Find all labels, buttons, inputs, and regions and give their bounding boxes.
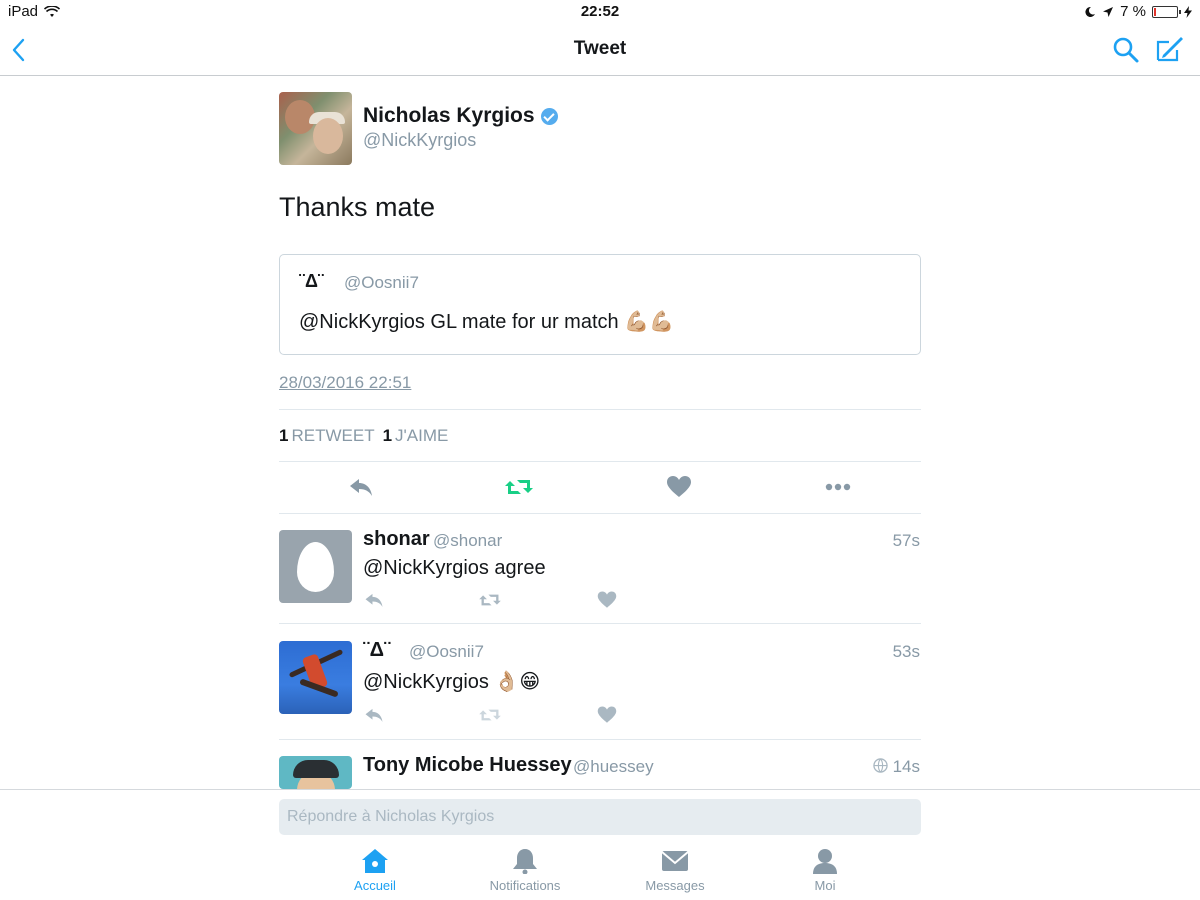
divider bbox=[279, 461, 921, 462]
author-name[interactable]: Nicholas Kyrgios bbox=[363, 104, 558, 128]
home-icon bbox=[362, 849, 388, 873]
reply-author-name[interactable]: shonar bbox=[363, 528, 430, 551]
tweet-text: Thanks mate bbox=[279, 192, 436, 222]
quoted-author-name: ¨Δ¨ bbox=[299, 271, 324, 291]
cartoon-hat bbox=[293, 760, 339, 778]
reply-author-handle[interactable]: @Oosnii7 bbox=[409, 642, 484, 662]
reply-time: 53s bbox=[892, 642, 920, 661]
like-stat-label: J'AIME bbox=[395, 426, 449, 445]
like-heart-icon[interactable] bbox=[596, 590, 618, 610]
tab-notifications[interactable]: Notifications bbox=[465, 848, 585, 893]
tweet-timestamp[interactable]: 28/03/2016 22:51 bbox=[279, 373, 411, 393]
retweet-count: 1 bbox=[279, 426, 289, 445]
bell-icon bbox=[513, 849, 537, 874]
author-avatar[interactable] bbox=[279, 92, 352, 165]
more-options-icon[interactable] bbox=[824, 474, 852, 500]
moon-icon bbox=[1085, 6, 1096, 17]
location-arrow-icon bbox=[1103, 6, 1114, 17]
reply-input[interactable] bbox=[279, 799, 921, 835]
clock: 22:52 bbox=[580, 3, 620, 20]
reply-author-handle[interactable]: @shonar bbox=[433, 531, 502, 551]
quoted-tweet-text: @NickKyrgios GL mate for ur match 💪🏼💪🏼 bbox=[299, 311, 675, 333]
reply-icon[interactable] bbox=[363, 705, 385, 725]
charging-bolt-icon bbox=[1184, 5, 1192, 18]
divider bbox=[279, 739, 921, 740]
retweet-stat-label: RETWEET bbox=[291, 426, 375, 445]
avatar-face-right bbox=[313, 118, 343, 154]
like-stat[interactable]: 1 J'AIME bbox=[383, 426, 449, 446]
author-handle[interactable]: @NickKyrgios bbox=[363, 130, 476, 151]
quoted-tweet[interactable]: ¨Δ¨ @Oosnii7 @NickKyrgios GL mate for ur… bbox=[279, 254, 921, 355]
retweet-stat[interactable]: 1 RETWEET bbox=[279, 426, 375, 446]
reply-author-name[interactable]: Tony Micobe Huessey bbox=[363, 754, 572, 777]
reply-time: 57s bbox=[892, 531, 920, 550]
like-count: 1 bbox=[382, 426, 393, 445]
retweet-icon[interactable] bbox=[505, 474, 533, 500]
battery-percent: 7 % bbox=[1120, 3, 1146, 20]
retweet-icon[interactable] bbox=[479, 705, 501, 725]
like-heart-icon[interactable] bbox=[665, 474, 693, 500]
retweet-icon[interactable] bbox=[479, 590, 501, 610]
egg-shape bbox=[297, 542, 334, 592]
battery-icon bbox=[1152, 5, 1181, 18]
reply-author-name[interactable]: ¨Δ¨ bbox=[363, 639, 391, 662]
tab-me[interactable]: Moi bbox=[765, 848, 885, 893]
battery-level bbox=[1154, 7, 1156, 16]
tweet-stats: 1 RETWEET 1 J'AIME bbox=[279, 426, 448, 446]
like-heart-icon[interactable] bbox=[596, 705, 618, 725]
reply-text: @NickKyrgios agree bbox=[363, 557, 546, 579]
tab-label: Moi bbox=[814, 878, 836, 893]
divider bbox=[279, 623, 921, 624]
reply-avatar-tennis[interactable] bbox=[279, 641, 352, 714]
status-bar: iPad 22:52 7 % bbox=[0, 0, 1200, 24]
reply-icon[interactable] bbox=[363, 590, 385, 610]
reply-time: 14s bbox=[892, 757, 920, 776]
person-icon bbox=[813, 849, 837, 874]
tab-messages[interactable]: Messages bbox=[615, 848, 735, 893]
reply-text: @NickKyrgios 👌🏼😁 bbox=[363, 671, 541, 693]
tab-home[interactable]: Accueil bbox=[315, 848, 435, 893]
author-name-text: Nicholas Kyrgios bbox=[363, 104, 535, 127]
nav-bar: Tweet bbox=[0, 24, 1200, 76]
reply-avatar-cartoon[interactable] bbox=[279, 756, 352, 789]
envelope-icon bbox=[661, 851, 689, 871]
reply-icon[interactable] bbox=[347, 474, 375, 500]
tab-label: Accueil bbox=[354, 878, 396, 893]
search-icon[interactable] bbox=[1112, 36, 1140, 64]
tab-label: Notifications bbox=[489, 878, 561, 893]
divider bbox=[279, 513, 921, 514]
reply-author-handle[interactable]: @huessey bbox=[573, 757, 654, 777]
bottom-bar: Accueil Notifications Messages Moi bbox=[0, 789, 1200, 900]
quoted-author-handle: @Oosnii7 bbox=[344, 273, 419, 292]
reply-avatar-egg[interactable] bbox=[279, 530, 352, 603]
tab-label: Messages bbox=[645, 878, 705, 893]
divider bbox=[279, 409, 921, 410]
compose-tweet-icon[interactable] bbox=[1155, 34, 1185, 64]
page-title: Tweet bbox=[573, 38, 627, 59]
verified-badge-icon bbox=[540, 107, 558, 125]
